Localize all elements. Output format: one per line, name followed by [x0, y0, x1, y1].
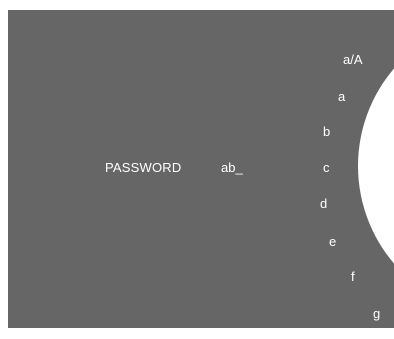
wheel-char-e[interactable]: e — [329, 234, 336, 249]
password-value: ab_ — [221, 160, 243, 175]
case-toggle[interactable]: a/A — [343, 52, 363, 67]
wheel-char-f[interactable]: f — [351, 269, 355, 284]
wheel-char-b[interactable]: b — [323, 124, 330, 139]
wheel-char-g[interactable]: g — [373, 306, 380, 321]
wheel-char-a[interactable]: a — [338, 89, 345, 104]
password-label: PASSWORD — [105, 160, 182, 175]
wheel-char-d[interactable]: d — [320, 196, 327, 211]
wheel-char-c[interactable]: c — [323, 160, 330, 175]
character-wheel[interactable] — [358, 16, 394, 316]
password-entry-panel: PASSWORD ab_ a/A a b c d e f g — [8, 10, 394, 328]
